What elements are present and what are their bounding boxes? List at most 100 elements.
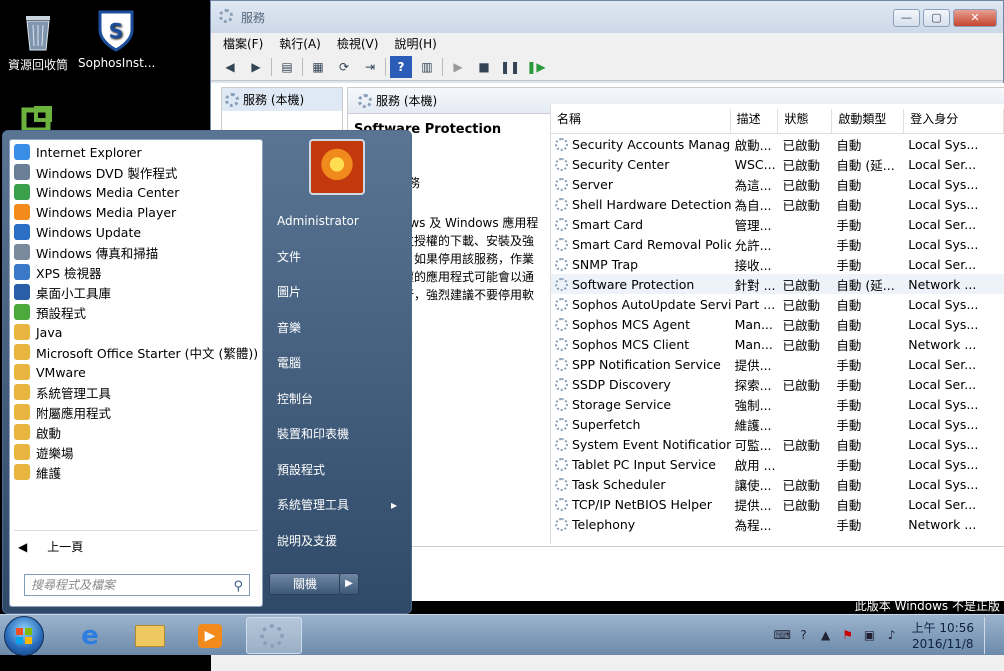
start-menu-program[interactable]: Java <box>10 322 262 342</box>
avatar[interactable] <box>309 139 365 195</box>
table-row[interactable]: Telephony 為程... 手動 Network ... <box>551 514 1004 534</box>
minimize-button[interactable]: — <box>893 9 920 27</box>
table-row[interactable]: Tablet PC Input Service 啟用 ... 手動 Local Sys… <box>551 454 1004 474</box>
program-icon <box>14 364 30 380</box>
table-row[interactable]: Sophos MCS Agent Man... 已啟動 自動 Local Sys... <box>551 314 1004 334</box>
start-menu-program[interactable]: 桌面小工具庫 <box>10 282 262 302</box>
table-row[interactable]: TCP/IP NetBIOS Helper 提供... 已啟動 自動 Local Ser… <box>551 494 1004 514</box>
menu-help[interactable]: 說明(H) <box>394 35 436 52</box>
start-menu-program[interactable]: Internet Explorer <box>10 142 262 162</box>
table-row[interactable]: Task Scheduler 讓使... 已啟動 自動 Local Sys... <box>551 474 1004 494</box>
search-input[interactable]: 搜尋程式及檔案 ⚲ <box>24 574 250 596</box>
column-header-name[interactable]: 名稱 <box>551 109 731 133</box>
forward-arrow-icon[interactable]: ▶ <box>245 56 267 78</box>
clock[interactable]: 上午 10:56 2016/11/8 <box>912 620 974 652</box>
start-menu-program[interactable]: 系統管理工具 <box>10 382 262 402</box>
taskbar-services[interactable] <box>246 617 302 654</box>
start-menu-link[interactable]: 文件 <box>267 239 407 275</box>
taskbar-media-player[interactable]: ▶ <box>182 617 238 654</box>
table-row[interactable]: Smart Card Removal Policy 允許... 手動 Local Sy… <box>551 234 1004 254</box>
start-menu-link[interactable]: 系統管理工具 <box>267 487 407 523</box>
start-menu-program[interactable]: Windows Update <box>10 222 262 242</box>
start-menu-link[interactable]: 說明及支援 <box>267 523 407 559</box>
menu-file[interactable]: 檔案(F) <box>223 35 263 52</box>
show-hide-icon[interactable]: ▥ <box>416 56 438 78</box>
table-row[interactable]: Shell Hardware Detection 為自... 已啟動 自動 Local … <box>551 194 1004 214</box>
close-button[interactable]: ✕ <box>953 9 997 27</box>
column-header-description[interactable]: 描述 <box>731 109 779 133</box>
menu-view[interactable]: 檢視(V) <box>337 35 379 52</box>
taskbar-explorer[interactable] <box>122 617 178 654</box>
menu-action[interactable]: 執行(A) <box>279 35 321 52</box>
back-button[interactable]: ◀ 上一頁 <box>18 538 83 555</box>
back-arrow-icon[interactable]: ◀ <box>219 56 241 78</box>
start-menu-program[interactable]: 啟動 <box>10 422 262 442</box>
start-menu-link[interactable]: 圖片 <box>267 274 407 310</box>
column-header-status[interactable]: 狀態 <box>778 109 833 133</box>
table-row[interactable]: Sophos MCS Client Man... 已啟動 自動 Network ... <box>551 334 1004 354</box>
start-menu-link[interactable]: Administrator <box>267 203 407 239</box>
taskbar-internet-explorer[interactable]: e <box>62 617 118 654</box>
start-menu-program[interactable]: 附屬應用程式 <box>10 402 262 422</box>
table-row[interactable]: SNMP Trap 接收... 手動 Local Ser... <box>551 254 1004 274</box>
maximize-button[interactable]: ▢ <box>923 9 950 27</box>
start-menu-link[interactable]: 裝置和印表機 <box>267 416 407 452</box>
show-hidden-icons-icon[interactable]: ▲ <box>818 628 834 644</box>
network-icon[interactable]: ▣ <box>862 628 878 644</box>
properties-icon[interactable]: ▦ <box>307 56 329 78</box>
title-bar[interactable]: 服務 <box>211 1 1003 33</box>
table-row[interactable]: Smart Card 管理... 手動 Local Ser... <box>551 214 1004 234</box>
column-header-startup-type[interactable]: 啟動類型 <box>832 109 905 133</box>
show-desktop-button[interactable] <box>984 617 996 654</box>
refresh-icon[interactable]: ⟳ <box>333 56 355 78</box>
help-icon[interactable]: ? <box>390 55 412 78</box>
ime-icon[interactable]: ? <box>796 628 812 644</box>
stop-service-icon[interactable]: ■ <box>473 56 495 78</box>
table-row[interactable]: Software Protection 針對 ... 已啟動 自動 (延... Netw… <box>551 274 1004 294</box>
start-menu-program[interactable]: Windows Media Player <box>10 202 262 222</box>
table-row[interactable]: Server 為這... 已啟動 自動 Local Sys... <box>551 174 1004 194</box>
start-menu-program[interactable]: 遊樂場 <box>10 442 262 462</box>
start-menu-program[interactable]: Windows Media Center <box>10 182 262 202</box>
start-menu-program[interactable]: 維護 <box>10 462 262 482</box>
start-service-icon[interactable]: ▶ <box>447 56 469 78</box>
vmware-desktop-icon[interactable] <box>12 104 58 133</box>
table-row[interactable]: Security Center WSC... 已啟動 自動 (延... Local Se… <box>551 154 1004 174</box>
start-menu-link[interactable]: 音樂 <box>267 310 407 346</box>
gear-icon <box>555 137 568 151</box>
table-row[interactable]: SSDP Discovery 探索... 已啟動 手動 Local Ser... <box>551 374 1004 394</box>
volume-icon[interactable]: ♪ <box>884 628 900 644</box>
table-row[interactable]: Sophos AutoUpdate Servi... Part ... 已啟動 自動 L… <box>551 294 1004 314</box>
export-list-icon[interactable]: ⇥ <box>359 56 381 78</box>
service-name-text: Sophos AutoUpdate Servi... <box>572 296 731 312</box>
start-menu-link[interactable]: 預設程式 <box>267 452 407 488</box>
table-row[interactable]: Security Accounts Manager 啟動... 已啟動 自動 Local… <box>551 134 1004 154</box>
start-menu-program[interactable]: Windows DVD 製作程式 <box>10 162 262 182</box>
desktop-icon-recycle-bin[interactable]: 資源回收筒 <box>0 8 76 73</box>
console-tree-icon[interactable]: ▤ <box>276 56 298 78</box>
start-menu-program[interactable]: 預設程式 <box>10 302 262 322</box>
start-menu-program[interactable]: XPS 檢視器 <box>10 262 262 282</box>
column-header-logon[interactable]: 登入身分 <box>904 109 1004 133</box>
service-logon: Local Ser... <box>908 376 977 392</box>
shutdown-button[interactable]: 關機 <box>269 573 341 595</box>
service-name: TCP/IP NetBIOS Helper <box>551 497 731 512</box>
start-menu-link[interactable]: 電腦 <box>267 345 407 381</box>
start-menu-program[interactable]: VMware <box>10 362 262 382</box>
tree-item-services-local[interactable]: 服務 (本機) <box>222 88 342 111</box>
start-button[interactable] <box>4 616 44 656</box>
table-row[interactable]: Superfetch 維護... 手動 Local Sys... <box>551 414 1004 434</box>
desktop-icon-sophos[interactable]: S SophosInst... <box>78 8 155 70</box>
table-row[interactable]: Storage Service 強制... 手動 Local Sys... <box>551 394 1004 414</box>
start-menu-link[interactable]: 控制台 <box>267 381 407 417</box>
start-menu-program[interactable]: Microsoft Office Starter (中文 (繁體)) <box>10 342 262 362</box>
start-menu-program[interactable]: Windows 傳真和掃描 <box>10 242 262 262</box>
pause-service-icon[interactable]: ❚❚ <box>499 56 521 78</box>
keyboard-icon[interactable]: ⌨ <box>774 628 791 644</box>
restart-service-icon[interactable]: ❚▶ <box>525 56 547 78</box>
table-row[interactable]: SPP Notification Service 提供... 手動 Local Ser… <box>551 354 1004 374</box>
action-center-icon[interactable]: ⚑ <box>840 628 856 644</box>
gear-icon <box>555 497 568 511</box>
shutdown-options-button[interactable]: ▶ <box>339 573 359 595</box>
table-row[interactable]: System Event Notification... 可監... 已啟動 自動 Lo… <box>551 434 1004 454</box>
